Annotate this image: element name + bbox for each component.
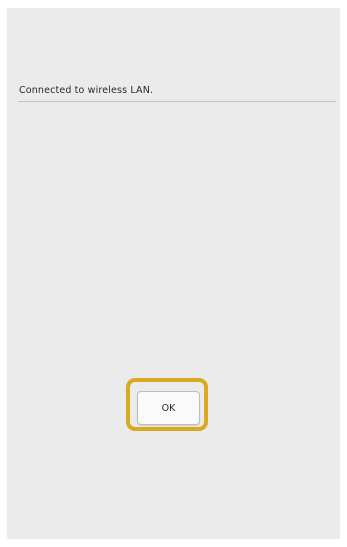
dialog-screen: Connected to wireless LAN.	[7, 8, 340, 539]
ok-button[interactable]: OK	[137, 391, 200, 425]
status-message-row: Connected to wireless LAN.	[18, 84, 336, 102]
status-message: Connected to wireless LAN.	[19, 85, 154, 96]
